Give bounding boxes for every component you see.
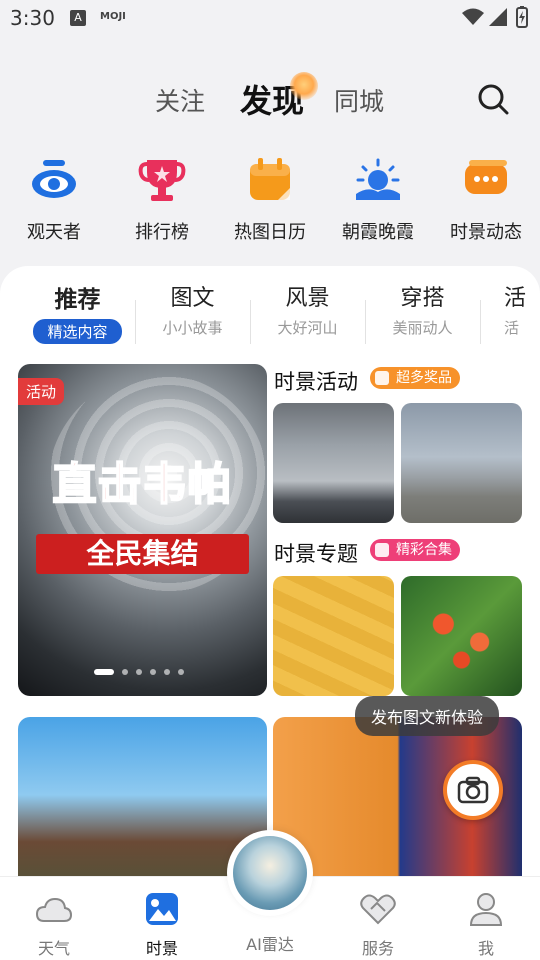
- topic-photo-field[interactable]: [273, 576, 394, 696]
- category-row: 观天者 排行榜 热图日历 朝霞晚霞 时景动态: [0, 150, 540, 250]
- camera-icon: [457, 776, 489, 804]
- publish-tooltip: 发布图文新体验: [355, 696, 500, 736]
- nav-weather[interactable]: 天气: [0, 891, 108, 959]
- subtab-title: 风景: [285, 286, 330, 311]
- subtab-subtitle: 小小故事: [162, 319, 223, 337]
- notification-moji-icon: MOJI: [100, 11, 126, 22]
- category-label: 观天者: [27, 222, 81, 243]
- tab-discover[interactable]: 发现: [240, 72, 319, 122]
- handshake-icon: [360, 894, 396, 925]
- signal-icon: [489, 8, 507, 26]
- nav-label: 我: [477, 939, 494, 958]
- nav-service[interactable]: 服务: [324, 891, 432, 959]
- trophy-icon: [138, 160, 186, 201]
- nav-scene[interactable]: 时景: [108, 891, 216, 959]
- subtab-subtitle: 美丽动人: [392, 319, 453, 337]
- category-ranking[interactable]: 排行榜: [108, 150, 216, 244]
- subtab-title: 活: [504, 286, 527, 311]
- chat-bubble-icon: [465, 160, 507, 194]
- activity-badge-label: 超多奖品: [396, 370, 452, 386]
- glow-dot-icon: [290, 72, 319, 100]
- category-label: 时景动态: [450, 222, 522, 243]
- banner-tag: 活动: [18, 378, 65, 405]
- category-sunrise-sunset[interactable]: 朝霞晚霞: [324, 150, 432, 244]
- subtab-subtitle: 精选内容: [33, 319, 122, 344]
- top-tabs: 关注 发现 同城: [0, 70, 540, 126]
- battery-icon: [516, 6, 528, 28]
- notification-a-icon: A: [70, 10, 86, 26]
- collection-icon: [375, 543, 389, 557]
- subtab-more[interactable]: 活 活: [480, 280, 540, 338]
- nav-label: 时景: [145, 939, 178, 958]
- gift-icon: [375, 371, 389, 385]
- nav-me[interactable]: 我: [432, 891, 540, 959]
- nav-label: AI雷达: [246, 935, 294, 954]
- wifi-icon: [462, 8, 484, 25]
- topic-badge: 精彩合集: [370, 539, 460, 561]
- sub-tabs: 推荐 精选内容 图文 小小故事 风景 大好河山 穿搭 美丽动人 活 活: [0, 280, 540, 344]
- category-scene-feed[interactable]: 时景动态: [432, 150, 540, 244]
- subtab-subtitle: 活: [504, 319, 520, 337]
- tab-local[interactable]: 同城: [334, 82, 384, 118]
- nav-label: 天气: [37, 939, 70, 958]
- topic-title[interactable]: 时景专题: [274, 538, 358, 568]
- sunrise-icon: [356, 158, 400, 200]
- category-label: 热图日历: [234, 222, 306, 243]
- category-label: 排行榜: [135, 222, 189, 243]
- cloud-icon: [35, 897, 73, 922]
- subtab-graphic[interactable]: 图文 小小故事: [135, 280, 250, 338]
- camera-button[interactable]: [443, 760, 503, 820]
- subtab-title: 推荐: [54, 287, 101, 313]
- ai-radar-button[interactable]: [227, 830, 313, 916]
- subtab-outfit[interactable]: 穿搭 美丽动人: [365, 280, 480, 338]
- topic-badge-label: 精彩合集: [396, 542, 452, 558]
- ai-radar-sky-image: [233, 836, 307, 910]
- subtab-subtitle: 大好河山: [277, 319, 338, 337]
- user-icon: [469, 893, 503, 926]
- banner-headline: 直击韦帕: [52, 458, 233, 511]
- photo-icon: [146, 893, 178, 925]
- category-hot-calendar[interactable]: 热图日历: [216, 150, 324, 244]
- subtab-recommend[interactable]: 推荐 精选内容: [20, 280, 135, 344]
- activity-title[interactable]: 时景活动: [274, 366, 358, 396]
- topic-photo-flowers[interactable]: [401, 576, 522, 696]
- banner-subheadline: 全民集结: [36, 534, 249, 574]
- subtab-title: 图文: [170, 286, 215, 311]
- nav-label: 服务: [361, 939, 394, 958]
- activity-photo-cyclists[interactable]: [401, 403, 522, 523]
- search-icon[interactable]: [476, 82, 510, 116]
- subtab-title: 穿搭: [400, 286, 445, 311]
- carousel-indicator: [94, 660, 192, 679]
- subtab-scenery[interactable]: 风景 大好河山: [250, 280, 365, 338]
- event-banner[interactable]: 活动 直击韦帕 全民集结: [18, 364, 267, 696]
- category-label: 朝霞晚霞: [342, 222, 414, 243]
- eye-icon: [32, 160, 76, 198]
- activity-badge: 超多奖品: [370, 367, 460, 389]
- activity-photo-clouds[interactable]: [273, 403, 394, 523]
- calendar-icon: [250, 158, 290, 200]
- tab-follow[interactable]: 关注: [155, 82, 205, 118]
- status-bar: 3:30 A MOJI: [0, 0, 540, 36]
- category-watcher[interactable]: 观天者: [0, 150, 108, 244]
- clock: 3:30: [10, 6, 55, 30]
